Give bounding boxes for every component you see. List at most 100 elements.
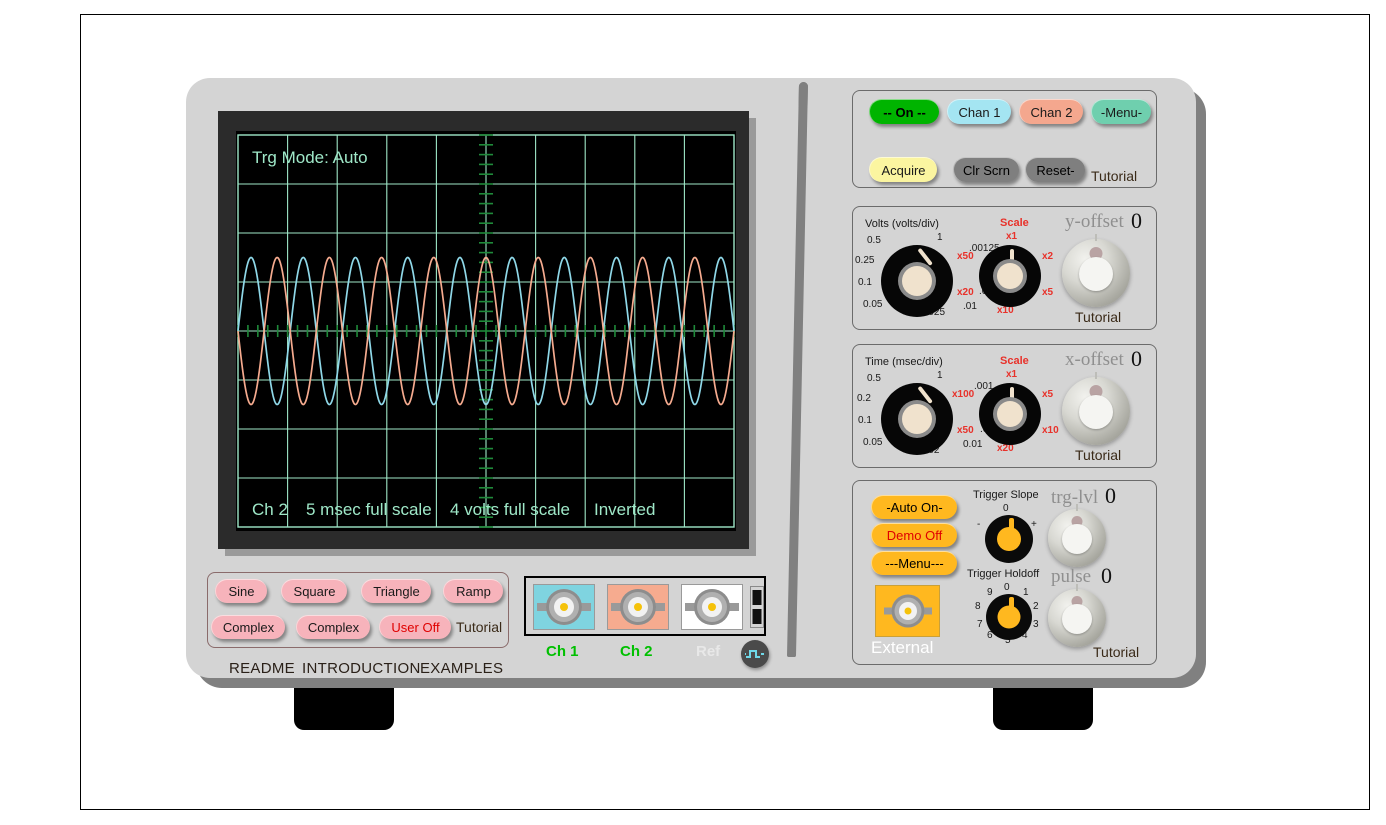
- trigger-slope-tick-0: 0: [1003, 503, 1009, 514]
- time-scale-x1: x1: [1006, 369, 1018, 380]
- ch2-connector[interactable]: [607, 584, 669, 630]
- x-offset-label: x-offset: [1065, 349, 1124, 370]
- chan2-button[interactable]: Chan 2: [1019, 99, 1083, 124]
- holdoff-tick-1: 1: [1023, 587, 1029, 598]
- x-offset-knob[interactable]: [1062, 372, 1130, 445]
- time-panel: Time (msec/div) 1 .001 .002 .005 0.01 0.…: [852, 344, 1157, 468]
- pulse-value: 0: [1101, 563, 1112, 588]
- user-button[interactable]: User Off: [379, 615, 451, 639]
- trigger-tutorial-link[interactable]: Tutorial: [1093, 644, 1139, 660]
- holdoff-tick-3: 3: [1033, 619, 1039, 630]
- ramp-button[interactable]: Ramp: [443, 579, 503, 603]
- holdoff-tick-0: 0: [1004, 582, 1010, 593]
- external-trigger-connector[interactable]: [875, 585, 940, 637]
- trigger-holdoff-knob[interactable]: [986, 594, 1032, 640]
- reset-button[interactable]: Reset-: [1025, 157, 1085, 182]
- ch1-connector[interactable]: [533, 584, 595, 630]
- trigger-mode-label: Trg Mode: Auto: [252, 148, 368, 167]
- volts-tick-01b: 0.1: [858, 277, 872, 288]
- pulse-knob[interactable]: [1048, 584, 1106, 647]
- pulse-icon: [745, 650, 764, 658]
- volts-tutorial-link[interactable]: Tutorial: [1075, 309, 1121, 325]
- trigger-level-knob[interactable]: [1048, 504, 1106, 567]
- triangle-button[interactable]: Triangle: [361, 579, 431, 603]
- dip-switch[interactable]: [750, 586, 764, 628]
- readme-link[interactable]: README: [229, 660, 295, 677]
- holdoff-tick-8: 8: [975, 601, 981, 612]
- volts-scale-title: Scale: [1000, 217, 1029, 229]
- ch1-connector-label: Ch 1: [546, 643, 579, 660]
- volts-panel: Volts (volts/div) 1 .00125 .0025 .005 .0…: [852, 206, 1157, 330]
- trg-lvl-label: trg-lvl: [1051, 487, 1099, 508]
- trigger-slope-knob[interactable]: [985, 515, 1033, 563]
- menu-button[interactable]: -Menu-: [1091, 99, 1151, 124]
- trg-lvl-value: 0: [1105, 483, 1116, 508]
- volts-knob-title: Volts (volts/div): [865, 218, 939, 230]
- chassis-foot-right: [993, 688, 1093, 730]
- time-scale-title: Scale: [1000, 355, 1029, 367]
- trigger-slope-title: Trigger Slope: [973, 489, 1039, 501]
- complex1-button[interactable]: Complex: [211, 615, 285, 639]
- power-on-button[interactable]: -- On --: [869, 99, 939, 124]
- volts-tick-025: 0.25: [855, 255, 875, 266]
- volts-scale-x50: x50: [957, 251, 974, 262]
- time-scale-x5: x5: [1042, 389, 1054, 400]
- introduction-link[interactable]: INTRODUCTION: [302, 660, 421, 677]
- holdoff-tick-9: 9: [987, 587, 993, 598]
- time-scale-x50: x50: [957, 425, 974, 436]
- volts-scale-x5: x5: [1042, 287, 1054, 298]
- time-tick-01: 0.1: [858, 415, 872, 426]
- time-tick-001b: 0.01: [963, 439, 983, 450]
- time-tick-1: 1: [937, 370, 943, 381]
- volts-scale-x20: x20: [957, 287, 974, 298]
- volts-tick-005b: 0.05: [863, 299, 883, 310]
- time-knob-title: Time (msec/div): [865, 356, 943, 368]
- holdoff-tick-7: 7: [977, 619, 983, 630]
- waveform-tutorial-link[interactable]: Tutorial: [456, 619, 502, 635]
- chan1-button[interactable]: Chan 1: [947, 99, 1011, 124]
- time-scale-x10: x10: [1042, 425, 1059, 436]
- volts-tick-1: 1: [937, 232, 943, 243]
- chassis-foot-left: [294, 688, 394, 730]
- status-timebase: 5 msec full scale: [306, 500, 432, 519]
- time-per-div-knob[interactable]: [881, 383, 953, 455]
- time-tick-02: 0.2: [857, 393, 871, 404]
- oscilloscope-app: Trg Mode: Auto Ch 2 5 msec full scale 4 vol…: [0, 0, 1386, 825]
- volts-per-div-knob[interactable]: [881, 245, 953, 317]
- holdoff-tick-2: 2: [1033, 601, 1039, 612]
- y-offset-value: 0: [1131, 208, 1142, 233]
- external-label: External: [871, 638, 934, 657]
- status-invert: Inverted: [594, 500, 655, 519]
- time-tutorial-link[interactable]: Tutorial: [1075, 447, 1121, 463]
- auto-trigger-button[interactable]: -Auto On-: [871, 495, 957, 519]
- complex2-button[interactable]: Complex: [296, 615, 370, 639]
- trigger-menu-button[interactable]: ---Menu---: [871, 551, 957, 575]
- sine-button[interactable]: Sine: [215, 579, 267, 603]
- trigger-slope-tick-plus: +: [1031, 519, 1037, 530]
- acquire-button[interactable]: Acquire: [869, 157, 937, 182]
- time-scale-knob[interactable]: [979, 383, 1041, 445]
- y-offset-knob[interactable]: [1062, 234, 1130, 307]
- scope-canvas: Trg Mode: Auto Ch 2 5 msec full scale 4 vol…: [237, 134, 735, 528]
- volts-scale-x2: x2: [1042, 251, 1054, 262]
- oscilloscope-screen[interactable]: Trg Mode: Auto Ch 2 5 msec full scale 4 vol…: [236, 131, 736, 531]
- trigger-panel: -Auto On- Demo Off ---Menu--- External T…: [852, 480, 1157, 665]
- volts-scale-knob[interactable]: [979, 245, 1041, 307]
- examples-link[interactable]: EXAMPLES: [420, 660, 503, 677]
- time-scale-x100: x100: [952, 389, 975, 400]
- pulse-waveform-icon-button[interactable]: [741, 640, 769, 668]
- demo-button[interactable]: Demo Off: [871, 523, 957, 547]
- status-channel: Ch 2: [252, 500, 288, 519]
- control-panel-tutorial-link[interactable]: Tutorial: [1091, 168, 1137, 184]
- scope-grid: [237, 134, 735, 528]
- x-offset-value: 0: [1131, 346, 1142, 371]
- ref-connector[interactable]: [681, 584, 743, 630]
- square-button[interactable]: Square: [281, 579, 347, 603]
- y-offset-label: y-offset: [1065, 211, 1124, 232]
- waveform-panel: Sine Square Triangle Ramp Complex Comple…: [207, 572, 509, 648]
- volts-tick-05: 0.5: [867, 235, 881, 246]
- clear-screen-button[interactable]: Clr Scrn: [953, 157, 1019, 182]
- trigger-slope-tick-minus: -: [977, 519, 981, 530]
- ref-connector-label: Ref: [696, 643, 721, 660]
- status-voltage: 4 volts full scale: [450, 500, 570, 519]
